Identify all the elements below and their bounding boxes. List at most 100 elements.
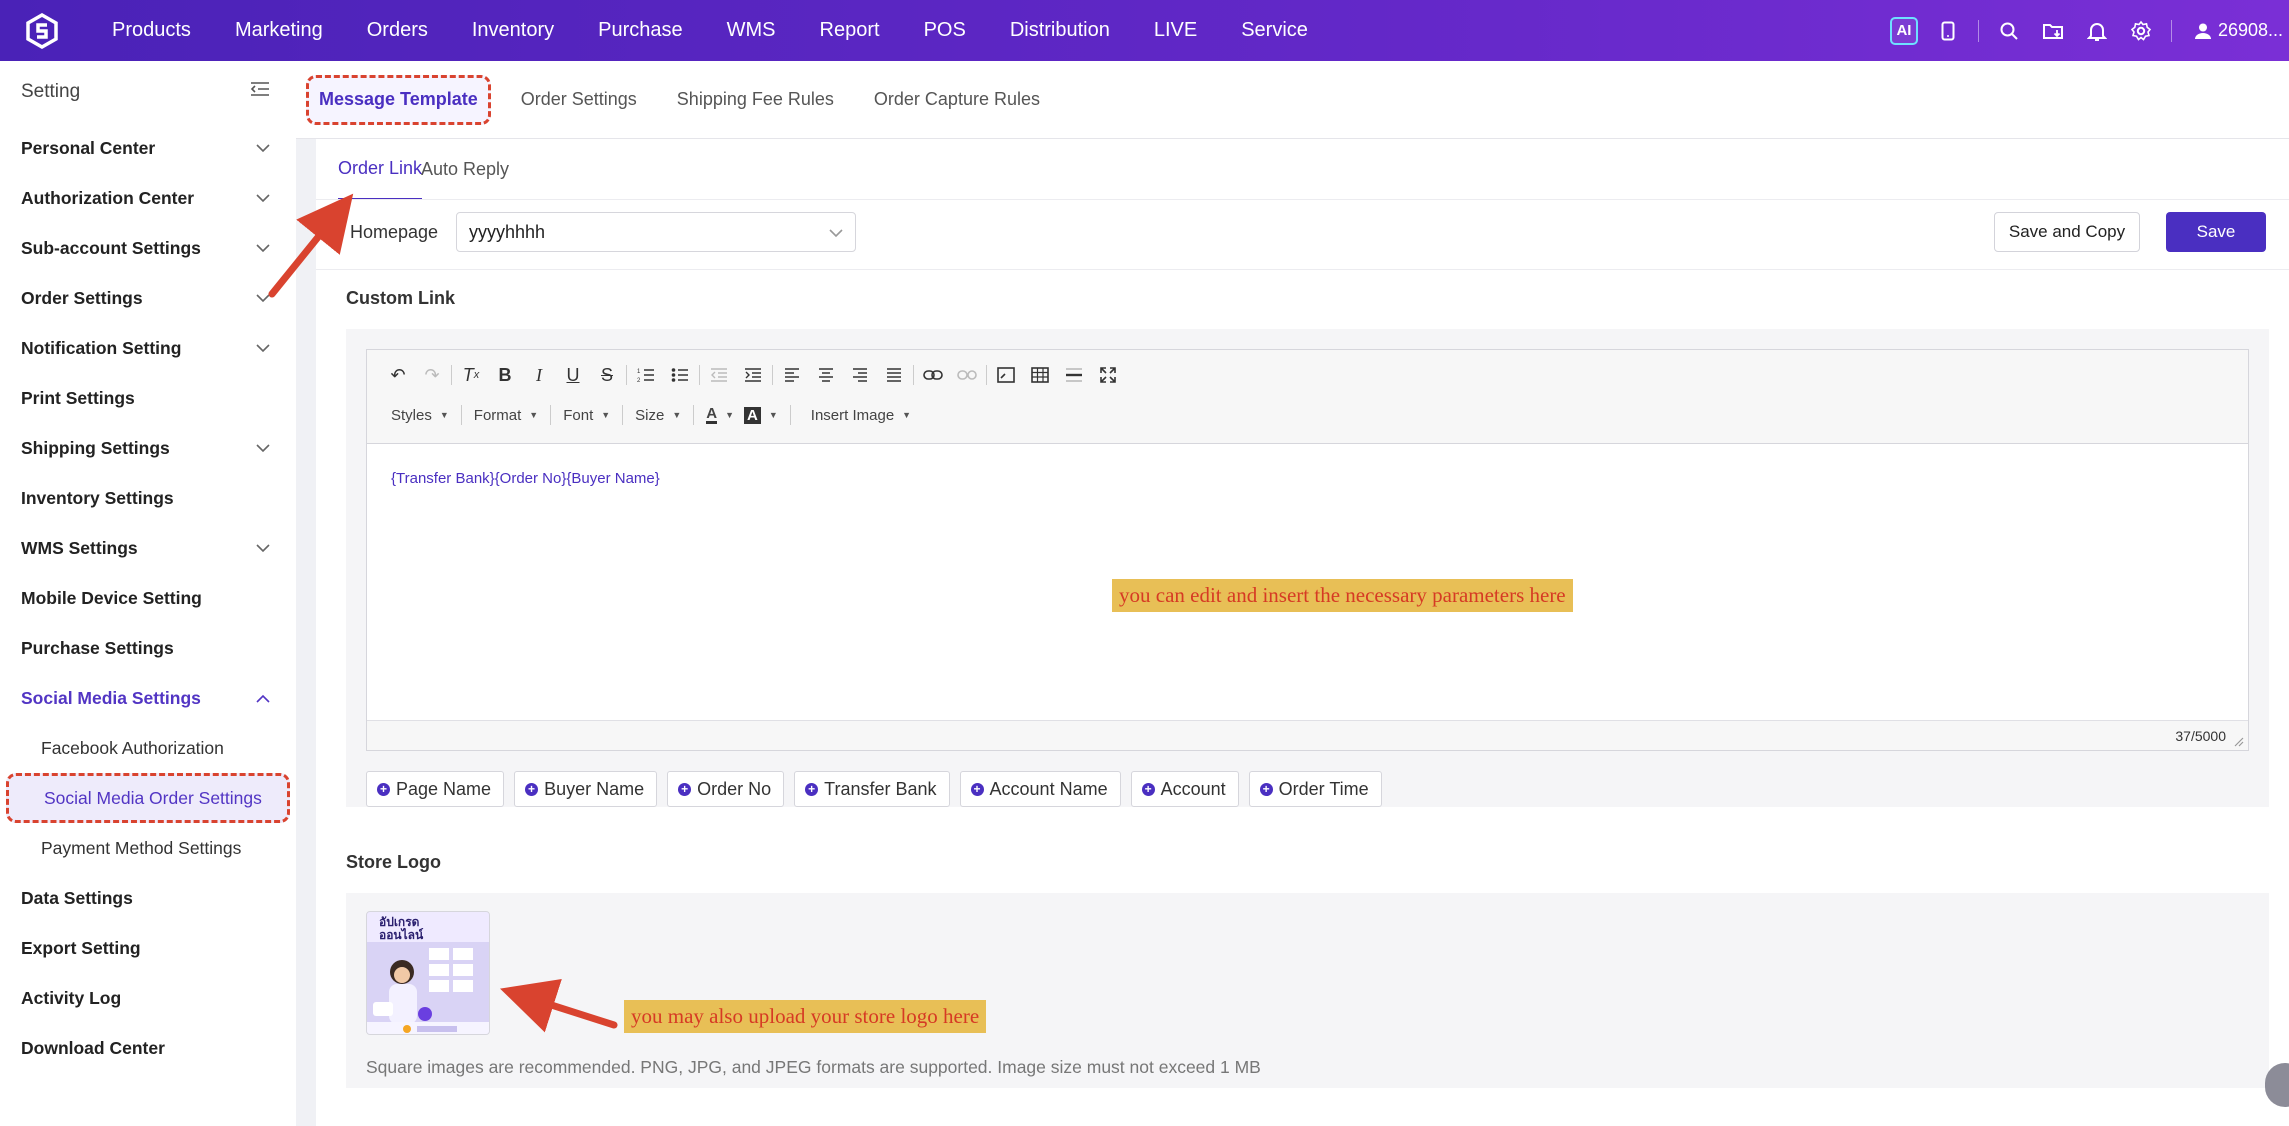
store-logo-image[interactable]: อัปเกรด ออนไลน์ xyxy=(366,911,490,1035)
param-chip-buyer-name[interactable]: + Buyer Name xyxy=(514,771,658,807)
format-dropdown[interactable]: Format ▼ xyxy=(464,407,548,424)
chevron-down-icon xyxy=(256,441,270,455)
subtab-auto-reply[interactable]: Auto Reply xyxy=(421,139,509,200)
sidebar-item-download-center[interactable]: Download Center xyxy=(0,1023,296,1073)
editor-status-bar: 37/5000 xyxy=(367,720,2248,750)
bell-icon[interactable] xyxy=(2075,0,2119,61)
nav-products[interactable]: Products xyxy=(90,19,213,42)
resize-handle-icon[interactable] xyxy=(2234,737,2244,747)
undo-icon[interactable]: ↶ xyxy=(381,362,415,388)
strikethrough-icon[interactable]: S xyxy=(590,362,624,388)
homepage-select[interactable]: yyyyhhhh xyxy=(456,212,856,252)
table-icon[interactable] xyxy=(1023,362,1057,388)
sidebar-item-label: Export Setting xyxy=(21,937,141,958)
caret-down-icon: ▼ xyxy=(768,410,778,420)
nav-orders[interactable]: Orders xyxy=(345,19,450,42)
subtab-order-link[interactable]: Order Link xyxy=(338,139,423,200)
sidebar-item-purchase-settings[interactable]: Purchase Settings xyxy=(0,623,296,673)
sidebar-item-mobile-device-setting[interactable]: Mobile Device Setting xyxy=(0,573,296,623)
italic-icon[interactable]: I xyxy=(522,362,556,388)
source-code-icon[interactable] xyxy=(989,362,1023,388)
clear-format-icon[interactable]: Tx xyxy=(454,362,488,388)
tab-shipping-fee-rules[interactable]: Shipping Fee Rules xyxy=(657,75,854,125)
align-left-icon[interactable] xyxy=(775,362,809,388)
editor-content-text: {Transfer Bank}{Order No}{Buyer Name} xyxy=(391,470,660,487)
user-account-menu[interactable]: 26908... xyxy=(2180,20,2289,41)
app-logo-icon[interactable] xyxy=(22,11,62,51)
bold-icon[interactable]: B xyxy=(488,362,522,388)
param-chip-order-no[interactable]: + Order No xyxy=(667,771,785,807)
sidebar-item-activity-log[interactable]: Activity Log xyxy=(0,973,296,1023)
folder-download-icon[interactable] xyxy=(2031,0,2075,61)
sidebar-item-wms-settings[interactable]: WMS Settings xyxy=(0,523,296,573)
sidebar-item-order-settings[interactable]: Order Settings xyxy=(0,273,296,323)
tab-order-capture-rules[interactable]: Order Capture Rules xyxy=(854,75,1060,125)
tab-order-settings[interactable]: Order Settings xyxy=(501,75,657,125)
underline-icon[interactable]: U xyxy=(556,362,590,388)
param-chip-account[interactable]: + Account xyxy=(1130,771,1239,807)
size-dropdown[interactable]: Size ▼ xyxy=(625,407,691,424)
param-chip-page-name[interactable]: + Page Name xyxy=(366,771,505,807)
save-button[interactable]: Save xyxy=(2166,212,2266,252)
nav-pos[interactable]: POS xyxy=(902,19,988,42)
collapse-sidebar-icon[interactable] xyxy=(250,81,270,103)
styles-dropdown[interactable]: Styles ▼ xyxy=(381,407,459,424)
sidebar-item-payment-method-settings[interactable]: Payment Method Settings xyxy=(0,823,296,873)
param-chip-order-time[interactable]: + Order Time xyxy=(1248,771,1382,807)
sidebar-item-data-settings[interactable]: Data Settings xyxy=(0,873,296,923)
font-dropdown[interactable]: Font ▼ xyxy=(553,407,620,424)
indent-icon[interactable] xyxy=(736,362,770,388)
divider xyxy=(693,405,695,425)
search-icon[interactable] xyxy=(1987,0,2031,61)
align-right-icon[interactable] xyxy=(843,362,877,388)
outdent-icon[interactable] xyxy=(702,362,736,388)
plus-icon: + xyxy=(1141,782,1155,796)
sidebar-item-inventory-settings[interactable]: Inventory Settings xyxy=(0,473,296,523)
custom-link-panel: ↶ ↷ Tx B I U S 12 Styles ▼ Format ▼ Font… xyxy=(346,329,2269,807)
background-color-dropdown[interactable]: A ▼ xyxy=(744,406,788,424)
sidebar-item-personal-center[interactable]: Personal Center xyxy=(0,123,296,173)
unlink-icon[interactable] xyxy=(950,362,984,388)
text-color-dropdown[interactable]: A ▼ xyxy=(696,406,744,424)
sidebar-item-social-media-order-settings[interactable]: Social Media Order Settings xyxy=(6,773,290,823)
link-icon[interactable] xyxy=(916,362,950,388)
store-logo-text: อัปเกรด ออนไลน์ xyxy=(379,915,424,942)
insert-image-dropdown[interactable]: Insert Image ▼ xyxy=(793,407,921,424)
nav-inventory[interactable]: Inventory xyxy=(450,19,576,42)
justify-icon[interactable] xyxy=(877,362,911,388)
parameter-chips: + Page Name + Buyer Name + Order No + Transfer … xyxy=(366,771,1382,807)
editor-content-area[interactable]: {Transfer Bank}{Order No}{Buyer Name} yo… xyxy=(367,444,2248,720)
nav-service[interactable]: Service xyxy=(1219,19,1330,42)
nav-live[interactable]: LIVE xyxy=(1132,19,1219,42)
nav-purchase[interactable]: Purchase xyxy=(576,19,705,42)
tab-message-template[interactable]: Message Template xyxy=(306,74,491,125)
sidebar-item-sub-account-settings[interactable]: Sub-account Settings xyxy=(0,223,296,273)
sidebar-item-social-media-settings[interactable]: Social Media Settings xyxy=(0,673,296,723)
caret-down-icon: ▼ xyxy=(672,410,682,420)
numbered-list-icon[interactable]: 12 xyxy=(629,362,663,388)
sidebar-item-print-settings[interactable]: Print Settings xyxy=(0,373,296,423)
redo-icon[interactable]: ↷ xyxy=(415,362,449,388)
settings-gear-icon[interactable] xyxy=(2119,0,2163,61)
horizontal-line-icon[interactable] xyxy=(1057,362,1091,388)
param-chip-transfer-bank[interactable]: + Transfer Bank xyxy=(794,771,950,807)
sidebar-item-facebook-authorization[interactable]: Facebook Authorization xyxy=(0,723,296,773)
save-and-copy-button[interactable]: Save and Copy xyxy=(1994,212,2140,252)
nav-distribution[interactable]: Distribution xyxy=(988,19,1132,42)
mobile-icon[interactable] xyxy=(1926,0,1970,61)
sidebar-item-authorization-center[interactable]: Authorization Center xyxy=(0,173,296,223)
bullet-list-icon[interactable] xyxy=(663,362,697,388)
nav-marketing[interactable]: Marketing xyxy=(213,19,345,42)
align-center-icon[interactable] xyxy=(809,362,843,388)
nav-report[interactable]: Report xyxy=(798,19,902,42)
chevron-down-icon xyxy=(829,222,843,243)
param-chip-account-name[interactable]: + Account Name xyxy=(959,771,1121,807)
sidebar-item-export-setting[interactable]: Export Setting xyxy=(0,923,296,973)
sidebar-item-shipping-settings[interactable]: Shipping Settings xyxy=(0,423,296,473)
sidebar-item-label: Personal Center xyxy=(21,137,156,158)
nav-wms[interactable]: WMS xyxy=(705,19,798,42)
chevron-down-icon xyxy=(256,541,270,555)
ai-assistant-button[interactable]: AI xyxy=(1882,0,1926,61)
fullscreen-icon[interactable] xyxy=(1091,362,1125,388)
sidebar-item-notification-setting[interactable]: Notification Setting xyxy=(0,323,296,373)
